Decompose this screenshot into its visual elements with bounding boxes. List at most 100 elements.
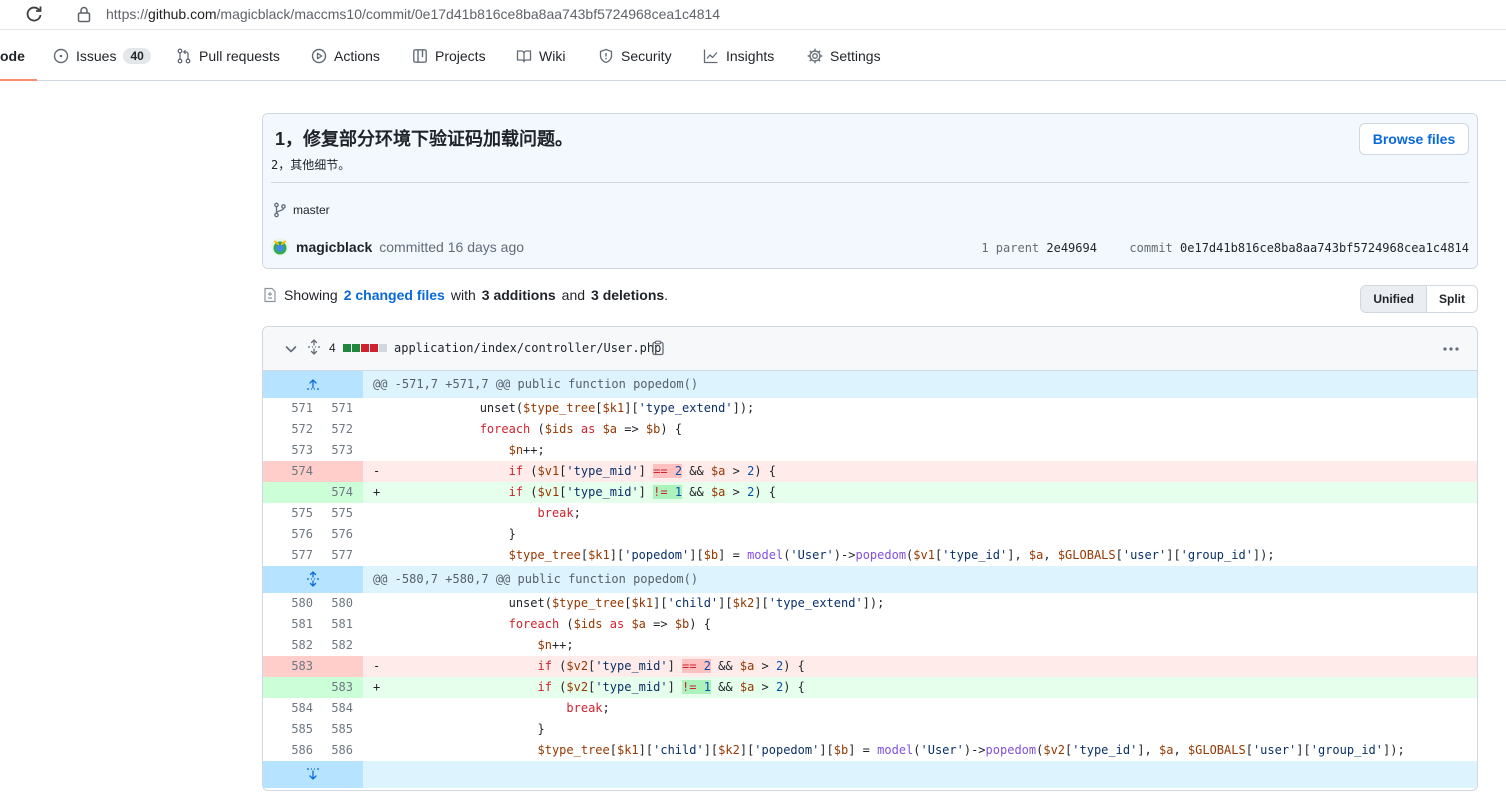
expand-down-filler xyxy=(363,761,1477,788)
unfold-icon[interactable] xyxy=(306,339,322,355)
diff-line: 577 577 $type_tree[$k1]['popedom'][$b] =… xyxy=(263,545,1477,566)
unfold-icon xyxy=(307,571,319,587)
split-button[interactable]: Split xyxy=(1427,286,1477,312)
tab-projects[interactable]: Projects xyxy=(412,31,486,81)
graph-icon xyxy=(703,49,718,64)
tab-wiki[interactable]: Wiki xyxy=(516,31,565,81)
line-code: - if ($v2['type_mid'] == 2 && $a > 2) { xyxy=(363,656,805,677)
active-tab-underline xyxy=(0,79,37,81)
lock-icon[interactable] xyxy=(76,5,92,23)
play-icon xyxy=(311,48,327,64)
old-line-number[interactable]: 583 xyxy=(263,656,330,677)
deletions-count: 3 deletions xyxy=(591,287,665,303)
line-code: foreach ($ids as $a => $b) { xyxy=(479,422,683,436)
parent-label: 1 parent xyxy=(981,241,1040,255)
tab-projects-label: Projects xyxy=(435,48,486,64)
diff-line: 576 576 } xyxy=(263,524,1477,545)
author-link[interactable]: magicblack xyxy=(296,239,372,255)
diff-table: @@ -571,7 +571,7 @@ public function pope… xyxy=(263,371,1477,788)
fold-up-icon xyxy=(307,379,319,390)
diff-line: 586 586 $type_tree[$k1]['child'][$k2]['p… xyxy=(263,740,1477,761)
added-line: 574 + if ($v1['type_mid'] != 1 && $a > 2… xyxy=(263,482,1477,503)
expand-down-row xyxy=(263,761,1477,788)
commit-divider xyxy=(271,182,1469,183)
expand-both-button[interactable] xyxy=(263,566,363,593)
commit-meta: magicblack committed 16 days ago 1 paren… xyxy=(263,227,1477,268)
line-code: $type_tree[$k1]['child'][$k2]['popedom']… xyxy=(537,743,1405,757)
parent-sha-link[interactable]: 2e49694 xyxy=(1046,241,1097,255)
line-code: unset($type_tree[$k1]['child'][$k2]['typ… xyxy=(393,596,885,610)
diff-line: 584 584 break; xyxy=(263,698,1477,719)
line-code: $n++; xyxy=(537,638,574,652)
line-code: break; xyxy=(537,506,581,520)
diff-line: 581 581 foreach ($ids as $a => $b) { xyxy=(263,614,1477,635)
added-line: 583 + if ($v2['type_mid'] != 1 && $a > 2… xyxy=(263,677,1477,698)
branch-link[interactable]: master xyxy=(293,203,330,217)
kebab-horizontal-icon[interactable] xyxy=(1441,339,1461,359)
commit-author: magicblack committed 16 days ago xyxy=(271,238,524,256)
tab-wiki-label: Wiki xyxy=(539,48,566,64)
diffstat-block-add xyxy=(343,344,351,352)
diff-line: 582 582 $n++; xyxy=(263,635,1477,656)
diff-sign: + xyxy=(373,680,381,694)
tab-settings[interactable]: Settings xyxy=(807,31,881,81)
url-prefix: https:// xyxy=(106,6,149,22)
copy-icon[interactable] xyxy=(650,340,666,356)
tab-security[interactable]: Security xyxy=(598,31,672,81)
diff-line: 573 573 $n++; xyxy=(263,440,1477,461)
summary-period: . xyxy=(664,287,669,303)
diff-line: 572 572 foreach ($ids as $a => $b) { xyxy=(263,419,1477,440)
commit-description: 2，其他细节。 xyxy=(271,158,351,172)
line-code: } xyxy=(393,722,545,736)
diff-view-toggle: Unified Split xyxy=(1360,285,1478,313)
summary-and: and xyxy=(561,287,586,303)
expand-up-button[interactable] xyxy=(263,371,363,398)
reload-icon[interactable] xyxy=(24,4,44,24)
deleted-line: 574 - if ($v1['type_mid'] == 2 && $a > 2… xyxy=(263,461,1477,482)
tab-insights[interactable]: Insights xyxy=(703,31,774,81)
additions-count: 3 additions xyxy=(481,287,556,303)
avatar[interactable] xyxy=(271,238,289,256)
old-line-number[interactable]: 574 xyxy=(263,461,330,482)
line-code: $n++; xyxy=(508,443,545,457)
table-icon xyxy=(413,49,427,63)
git-pull-request-icon xyxy=(177,48,191,64)
gear-icon xyxy=(807,48,823,64)
deleted-line: 583 - if ($v2['type_mid'] == 2 && $a > 2… xyxy=(263,656,1477,677)
tab-pull-requests[interactable]: Pull requests xyxy=(176,31,280,81)
issues-counter: 40 xyxy=(123,48,151,64)
issue-opened-icon xyxy=(53,48,69,64)
commit-header: 1，修复部分环境下验证码加载问题。 2，其他细节。 Browse files m… xyxy=(263,114,1477,227)
commit-shas: 1 parent 2e49694 commit 0e17d41b816ce8ba… xyxy=(981,241,1469,255)
diffstat-bar xyxy=(343,344,387,352)
diff-line: 571 571 unset($type_tree[$k1]['type_exte… xyxy=(263,398,1477,419)
line-code: break; xyxy=(566,701,610,715)
browse-files-button[interactable]: Browse files xyxy=(1359,123,1469,155)
fold-down-icon xyxy=(307,768,319,780)
tab-code[interactable]: ode xyxy=(0,31,25,81)
committed-time: committed 16 days ago xyxy=(379,239,525,255)
tab-issues[interactable]: Issues 40 xyxy=(53,31,151,81)
commit-box: 1，修复部分环境下验证码加载问题。 2，其他细节。 Browse files m… xyxy=(262,113,1478,269)
url-field[interactable]: https://github.com/magicblack/maccms10/c… xyxy=(106,6,720,22)
chevron-down-icon[interactable] xyxy=(283,341,299,357)
line-code: } xyxy=(393,527,516,541)
unified-button[interactable]: Unified xyxy=(1361,286,1427,312)
hunk-header-row: @@ -580,7 +580,7 @@ public function pope… xyxy=(263,566,1477,593)
url-path: /magicblack/maccms10/commit/0e17d41b816c… xyxy=(216,6,721,22)
tab-security-label: Security xyxy=(621,48,672,64)
commit-title: 1，修复部分环境下验证码加载问题。 xyxy=(275,129,574,149)
hunk-header-row: @@ -571,7 +571,7 @@ public function pope… xyxy=(263,371,1477,398)
tab-actions[interactable]: Actions xyxy=(311,31,380,81)
commit-label: commit xyxy=(1129,241,1173,255)
diff-sign: - xyxy=(373,464,381,478)
tab-issues-label: Issues xyxy=(76,48,117,64)
diff-line: 580 580 unset($type_tree[$k1]['child'][$… xyxy=(263,593,1477,614)
expand-down-button[interactable] xyxy=(263,761,363,788)
file-path-link[interactable]: application/index/controller/User.php xyxy=(394,341,661,355)
changed-files-link[interactable]: 2 changed files xyxy=(344,287,445,303)
hunk-header-text: @@ -580,7 +580,7 @@ public function pope… xyxy=(373,572,699,586)
tab-insights-label: Insights xyxy=(726,48,775,64)
git-branch-icon xyxy=(274,202,286,218)
book-icon xyxy=(516,50,532,63)
